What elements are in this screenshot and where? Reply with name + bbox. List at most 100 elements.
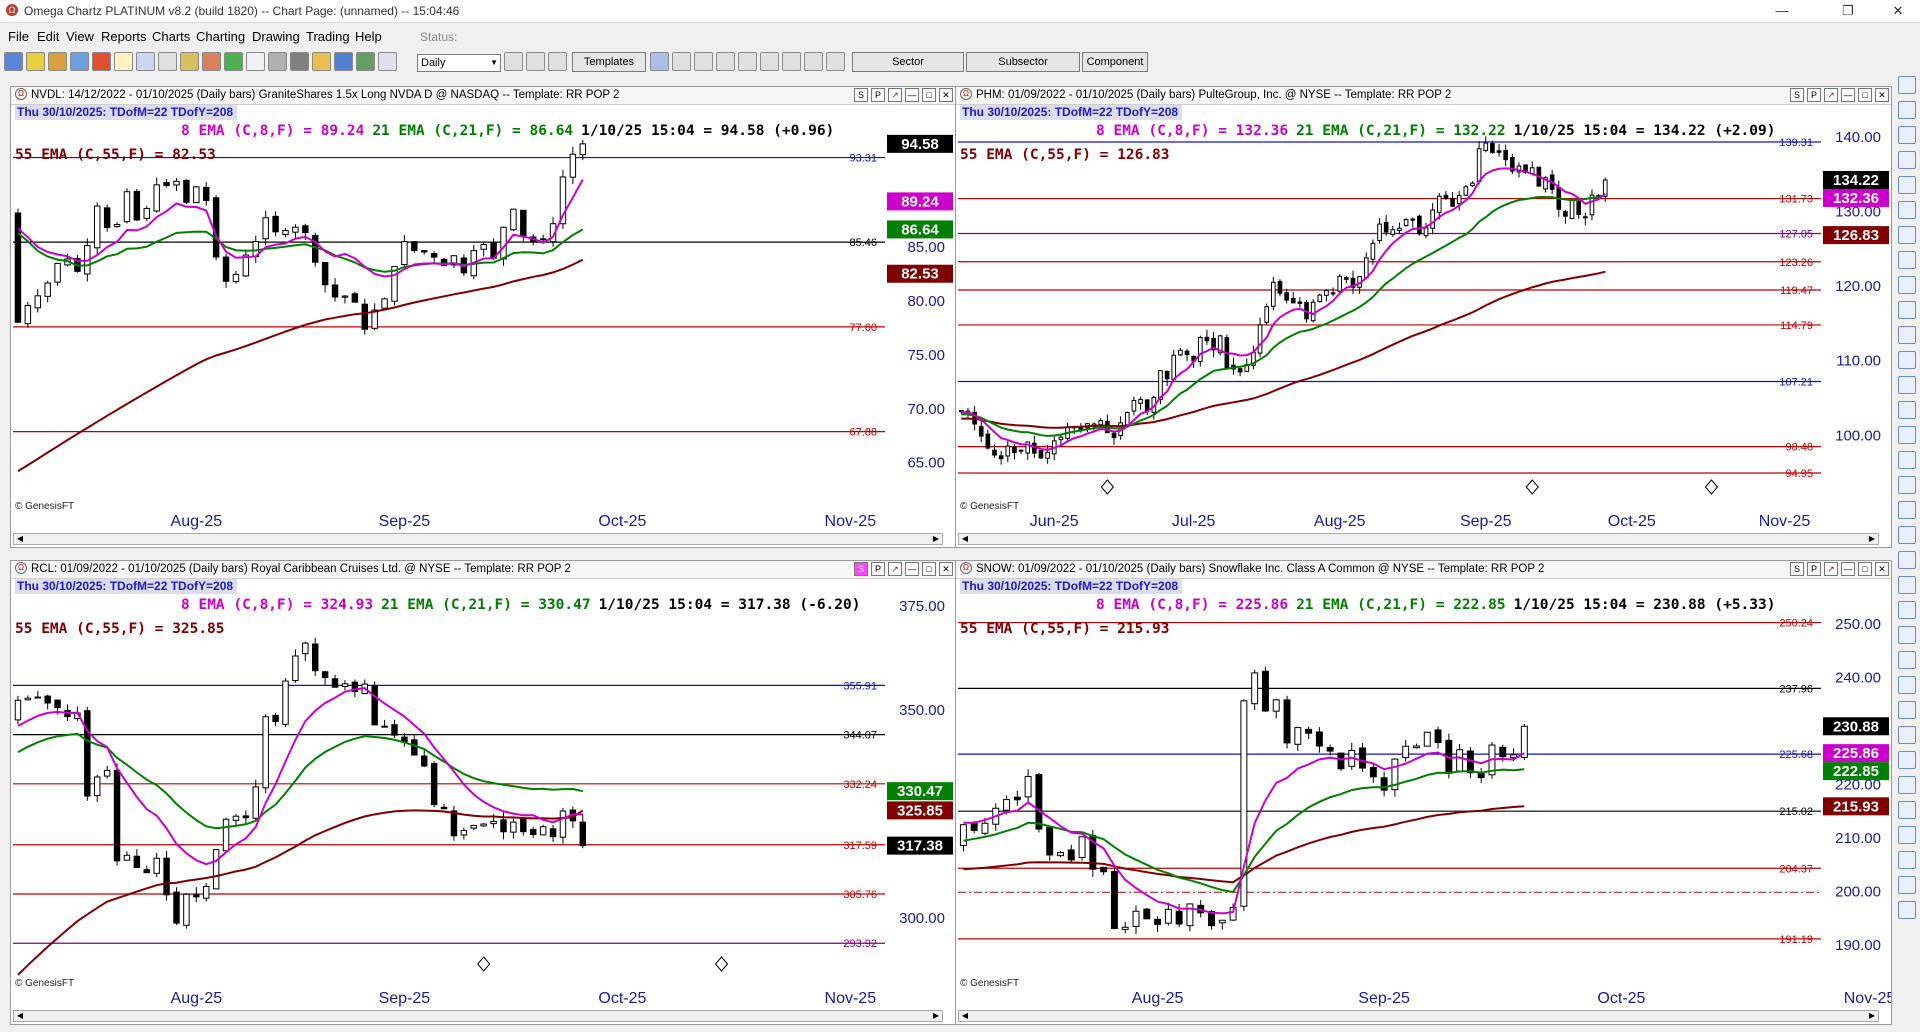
chart-panel-phm[interactable]: Ω PHM: 01/09/2022 - 01/10/2025 (Daily bar… <box>955 86 1892 548</box>
scroll-right-icon[interactable]: ▶ <box>1866 534 1878 544</box>
scroll-right-icon[interactable]: ▶ <box>930 534 942 544</box>
chart-panel-nvdl[interactable]: Ω NVDL: 14/12/2022 - 01/10/2025 (Daily ba… <box>10 86 956 548</box>
tool-fibonacci-icon[interactable] <box>1898 351 1916 369</box>
toolbar-candles-icon[interactable] <box>504 52 523 71</box>
tool-dollar-icon[interactable] <box>1898 226 1916 244</box>
sector-button[interactable]: Sector <box>852 52 964 72</box>
tool-text-a-icon[interactable] <box>1898 426 1916 444</box>
toolbar-bars-icon[interactable] <box>26 52 45 71</box>
toolbar-globe-icon[interactable] <box>334 52 353 71</box>
menu-view[interactable]: View <box>66 29 94 44</box>
menu-trading[interactable]: Trading <box>306 29 350 44</box>
tool-arrow-left-icon[interactable] <box>1898 326 1916 344</box>
toolbar-trophy-icon[interactable] <box>48 52 67 71</box>
menu-reports[interactable]: Reports <box>101 29 147 44</box>
chart-panel-snow[interactable]: Ω SNOW: 01/09/2022 - 01/10/2025 (Daily ba… <box>955 560 1892 1025</box>
toolbar-ohlc-icon[interactable] <box>526 52 545 71</box>
tool-arrow-down-icon[interactable] <box>1898 401 1916 419</box>
tool-fork-icon[interactable] <box>1898 651 1916 669</box>
tool-arc-icon[interactable] <box>1898 751 1916 769</box>
tool-ellipse-icon[interactable] <box>1898 701 1916 719</box>
menu-drawing[interactable]: Drawing <box>252 29 300 44</box>
tool-gann-icon[interactable] <box>1898 626 1916 644</box>
toolbar-widen-icon[interactable] <box>782 52 801 71</box>
tool-delete-icon[interactable] <box>1898 501 1916 519</box>
menu-charting[interactable]: Charting <box>196 29 245 44</box>
minimize-button[interactable]: — <box>1760 0 1804 22</box>
restore-button[interactable]: ❐ <box>1826 0 1870 22</box>
tool-ruler-icon[interactable] <box>1898 601 1916 619</box>
menu-file[interactable]: File <box>8 29 29 44</box>
tool-pitchfork-icon[interactable] <box>1898 676 1916 694</box>
toolbar-report-icon[interactable] <box>158 52 177 71</box>
toolbar-lines-icon[interactable] <box>672 52 691 71</box>
tool-wave-icon[interactable] <box>1898 576 1916 594</box>
toolbar-fit-icon[interactable] <box>738 52 757 71</box>
tool-circle-icon[interactable] <box>1898 476 1916 494</box>
menu-help[interactable]: Help <box>355 29 382 44</box>
horizontal-scrollbar[interactable]: ◀ ▶ <box>13 533 943 545</box>
horizontal-scrollbar[interactable]: ◀ ▶ <box>958 1010 1879 1022</box>
scroll-right-icon[interactable]: ▶ <box>1866 1011 1878 1021</box>
tool-zoom-fit-icon[interactable] <box>1898 151 1916 169</box>
event-marker-icon[interactable] <box>1704 479 1719 495</box>
event-marker-icon[interactable] <box>714 956 729 972</box>
toolbar-narrow-icon[interactable] <box>804 52 823 71</box>
scroll-left-icon[interactable]: ◀ <box>959 1011 971 1021</box>
toolbar-disk-icon[interactable] <box>290 52 309 71</box>
toolbar-doc-icon[interactable] <box>114 52 133 71</box>
toolbar-table-icon[interactable] <box>136 52 155 71</box>
tool-channel-icon[interactable] <box>1898 376 1916 394</box>
horizontal-scrollbar[interactable]: ◀ ▶ <box>958 533 1879 545</box>
tool-time-zone-icon[interactable] <box>1898 776 1916 794</box>
toolbar-list-icon[interactable] <box>246 52 265 71</box>
toolbar-split-icon[interactable] <box>760 52 779 71</box>
tool-pencil-red-icon[interactable] <box>1898 201 1916 219</box>
event-marker-icon[interactable] <box>1525 479 1539 495</box>
horizontal-scrollbar[interactable]: ◀ ▶ <box>13 1010 943 1022</box>
tool-arrow-up-icon[interactable] <box>1898 301 1916 319</box>
scroll-left-icon[interactable]: ◀ <box>14 1011 26 1021</box>
toolbar-folder-icon[interactable] <box>312 52 331 71</box>
tool-speedline-icon[interactable] <box>1898 726 1916 744</box>
toolbar-ruler-icon[interactable] <box>202 52 221 71</box>
tool-scissors-icon[interactable] <box>1898 901 1916 919</box>
tool-andrews-icon[interactable] <box>1898 826 1916 844</box>
toolbar-chart-icon[interactable] <box>4 52 23 71</box>
toolbar-print-icon[interactable] <box>378 52 397 71</box>
scroll-right-icon[interactable]: ▶ <box>930 1011 942 1021</box>
toolbar-span-icon[interactable] <box>826 52 845 71</box>
tool-grid-icon[interactable] <box>1898 526 1916 544</box>
tool-shrink-icon[interactable] <box>1898 876 1916 894</box>
tool-regression-icon[interactable] <box>1898 801 1916 819</box>
tool-pencil-icon[interactable] <box>1898 176 1916 194</box>
menu-charts[interactable]: Charts <box>152 29 190 44</box>
toolbar-scan-icon[interactable] <box>224 52 243 71</box>
tool-fan-icon[interactable] <box>1898 851 1916 869</box>
scroll-left-icon[interactable]: ◀ <box>959 534 971 544</box>
toolbar-arrow-icon[interactable] <box>356 52 375 71</box>
chart-panel-rcl[interactable]: Ω RCL: 01/09/2022 - 01/10/2025 (Daily bar… <box>10 560 956 1025</box>
toolbar-grid-icon[interactable] <box>268 52 287 71</box>
toolbar-hbars-icon[interactable] <box>694 52 713 71</box>
event-marker-icon[interactable] <box>1100 479 1115 495</box>
templates-button[interactable]: Templates <box>572 52 646 72</box>
toolbar-k-icon[interactable] <box>92 52 111 71</box>
component-button[interactable]: Component <box>1082 52 1148 72</box>
tool-cursor-icon[interactable] <box>1898 76 1916 94</box>
tool-zoom-in-icon[interactable] <box>1898 101 1916 119</box>
scroll-left-icon[interactable]: ◀ <box>14 534 26 544</box>
period-select[interactable]: Daily ▼ <box>417 54 501 72</box>
toolbar-pencil-icon[interactable] <box>180 52 199 71</box>
tool-trendline-icon[interactable] <box>1898 276 1916 294</box>
event-marker-icon[interactable] <box>477 956 491 972</box>
tool-cycle-icon[interactable] <box>1898 551 1916 569</box>
tool-text-icon[interactable] <box>1898 251 1916 269</box>
tool-zoom-out-icon[interactable] <box>1898 126 1916 144</box>
toolbar-tree-icon[interactable] <box>650 52 669 71</box>
close-button[interactable]: ✕ <box>1876 0 1920 22</box>
subsector-button[interactable]: Subsector <box>966 52 1080 72</box>
tool-rectangle-icon[interactable] <box>1898 451 1916 469</box>
toolbar-stack-icon[interactable] <box>716 52 735 71</box>
toolbar-drop-icon[interactable] <box>70 52 89 71</box>
